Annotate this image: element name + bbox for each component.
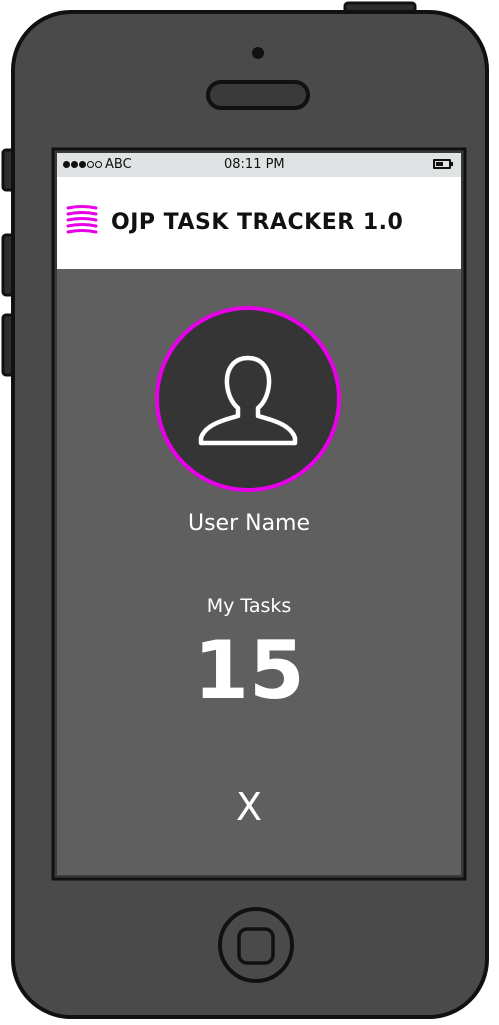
signal-dot [79, 161, 86, 168]
status-bar: ABC 08:11 PM [57, 153, 461, 177]
battery-icon [433, 159, 453, 169]
user-name: User Name [187, 511, 311, 536]
signal-dot [71, 161, 78, 168]
status-time: 08:11 PM [224, 157, 285, 172]
status-left: ABC [63, 157, 132, 172]
carrier-name: ABC [105, 157, 132, 172]
signal-strength-icon [63, 161, 102, 168]
phone-frame: ABC 08:11 PM OJP TASK TRACKER 1.0 User N… [0, 0, 499, 1025]
signal-dot [95, 161, 102, 168]
app-header: OJP TASK TRACKER 1.0 [57, 177, 461, 269]
signal-dot [63, 161, 70, 168]
close-button[interactable]: X [229, 785, 269, 829]
my-tasks-count: 15 [193, 624, 305, 717]
signal-dot [87, 161, 94, 168]
user-icon [198, 355, 298, 446]
my-tasks-label: My Tasks [206, 595, 292, 617]
user-avatar[interactable] [155, 306, 341, 492]
app-title: OJP TASK TRACKER 1.0 [111, 210, 404, 235]
phone-screen: ABC 08:11 PM OJP TASK TRACKER 1.0 User N… [57, 153, 461, 875]
home-button[interactable] [216, 905, 296, 985]
menu-icon[interactable] [65, 203, 99, 237]
